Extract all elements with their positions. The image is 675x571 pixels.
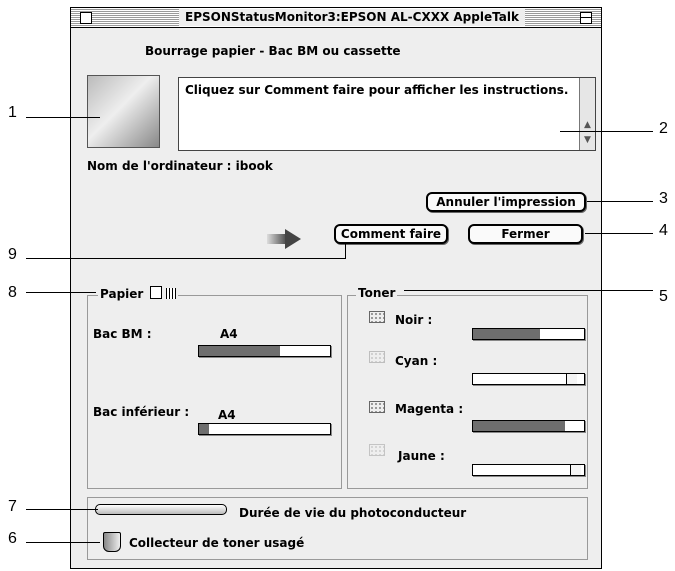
toner-jaune-label: Jaune : — [398, 449, 445, 463]
title-bar[interactable]: EPSONStatusMonitor3:EPSON AL-CXXX AppleT… — [71, 8, 601, 28]
yellow-toner-icon — [369, 444, 385, 456]
bac-inferieur-label: Bac inférieur : — [93, 405, 190, 419]
waste-toner-icon — [103, 532, 121, 552]
status-heading: Bourrage papier - Bac BM ou cassette — [145, 44, 401, 58]
callout-6: 6 — [8, 530, 17, 547]
arrow-shaft — [267, 234, 285, 244]
cancel-print-button[interactable]: Annuler l'impression — [426, 192, 586, 212]
paper-group-title: Papier — [98, 286, 178, 301]
toner-group — [347, 295, 588, 489]
collapse-box[interactable] — [580, 12, 592, 24]
cyan-toner-icon — [369, 351, 385, 363]
callout-6-line — [26, 542, 100, 543]
callout-8-line — [26, 292, 96, 293]
photoconductor-label: Durée de vie du photoconducteur — [239, 506, 467, 520]
toner-magenta-label: Magenta : — [395, 402, 464, 416]
callout-4: 4 — [659, 222, 668, 239]
callout-3-line — [587, 201, 653, 202]
magenta-toner-icon — [369, 401, 385, 413]
bac-inferieur-level-bar — [198, 423, 331, 435]
waste-toner-label: Collecteur de toner usagé — [129, 536, 305, 550]
computer-name: Nom de l'ordinateur : ibook — [87, 159, 273, 173]
photoconductor-icon — [95, 504, 227, 515]
toner-cyan-knob — [566, 374, 577, 384]
status-message-box: Cliquez sur Comment faire pour afficher … — [178, 77, 596, 151]
toner-noir-label: Noir : — [395, 313, 433, 327]
status-message: Cliquez sur Comment faire pour afficher … — [185, 83, 569, 97]
callout-5: 5 — [659, 288, 668, 305]
paper-stack-icon — [165, 288, 176, 299]
toner-jaune-bar — [472, 464, 585, 476]
callout-9-connector — [345, 244, 346, 258]
paper-title: Papier — [100, 287, 144, 301]
callout-9-line — [26, 258, 346, 259]
paper-group — [87, 295, 342, 489]
toner-noir-bar — [472, 328, 585, 340]
black-toner-icon — [369, 311, 385, 323]
toner-magenta-bar — [472, 420, 585, 432]
how-to-button[interactable]: Comment faire — [334, 224, 448, 244]
toner-magenta-fill — [473, 421, 565, 431]
message-scrollbar[interactable]: ▲ ▼ — [579, 78, 595, 150]
close-button[interactable]: Fermer — [468, 224, 583, 244]
callout-1-line — [26, 117, 100, 118]
scroll-down-icon[interactable]: ▼ — [582, 135, 593, 146]
toner-cyan-label: Cyan : — [395, 354, 438, 368]
toner-noir-fill — [473, 329, 540, 339]
bac-bm-label: Bac BM : — [93, 327, 152, 341]
callout-4-line — [585, 233, 653, 234]
paper-icon — [149, 286, 162, 299]
callout-5-line — [404, 290, 653, 291]
bac-inferieur-size: A4 — [218, 408, 236, 422]
bac-bm-level-bar — [198, 345, 331, 357]
callout-2-line — [560, 131, 653, 132]
callout-9: 9 — [8, 246, 17, 263]
callout-3: 3 — [659, 190, 668, 207]
scroll-up-icon[interactable]: ▲ — [582, 120, 593, 131]
callout-1: 1 — [8, 104, 17, 121]
bac-inferieur-level-fill — [199, 424, 209, 434]
printer-icon — [87, 75, 160, 148]
window-title: EPSONStatusMonitor3:EPSON AL-CXXX AppleT… — [179, 9, 525, 26]
callout-2: 2 — [659, 120, 668, 137]
callout-8: 8 — [8, 284, 17, 301]
status-monitor-window: EPSONStatusMonitor3:EPSON AL-CXXX AppleT… — [70, 7, 602, 569]
arrow-right-icon — [285, 229, 301, 249]
callout-7-line — [26, 509, 98, 510]
toner-cyan-bar — [472, 373, 585, 385]
close-box[interactable] — [80, 12, 92, 24]
bac-bm-level-fill — [199, 346, 280, 356]
bac-bm-size: A4 — [220, 327, 238, 341]
toner-group-title: Toner — [356, 286, 398, 300]
toner-jaune-knob — [570, 465, 581, 475]
callout-7: 7 — [8, 498, 17, 515]
